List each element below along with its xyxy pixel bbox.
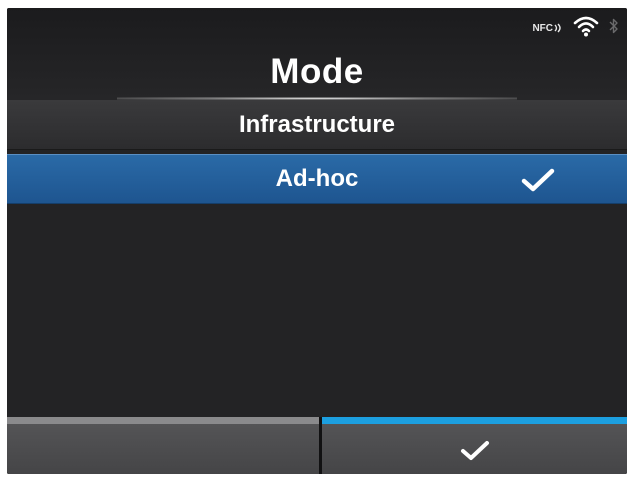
- nfc-icon: NFC: [532, 23, 563, 34]
- list-item-infrastructure[interactable]: Infrastructure: [7, 100, 627, 150]
- soft-key-left-indicator: [7, 417, 319, 424]
- mode-list: Infrastructure Ad-hoc: [7, 100, 627, 204]
- page-title: Mode: [270, 52, 364, 91]
- wifi-icon: [573, 15, 599, 42]
- check-icon: [521, 168, 555, 192]
- status-icons: NFC: [532, 16, 619, 40]
- list-item-label: Infrastructure: [238, 110, 396, 138]
- list-item-label: Ad-hoc: [275, 165, 359, 192]
- check-icon: [460, 441, 489, 460]
- header: NFC Mode: [7, 8, 627, 100]
- confirm-button-indicator: [322, 417, 627, 424]
- nfc-label: NFC: [532, 22, 553, 34]
- soft-key-bar: [7, 417, 627, 474]
- bluetooth-icon: [609, 17, 619, 40]
- printer-display: NFC Mode Infrastructure Ad-hoc: [7, 8, 627, 474]
- list-item-ad-hoc[interactable]: Ad-hoc: [7, 154, 627, 204]
- soft-key-left[interactable]: [7, 417, 319, 474]
- confirm-button[interactable]: [322, 417, 627, 474]
- nfc-waves: [554, 23, 561, 33]
